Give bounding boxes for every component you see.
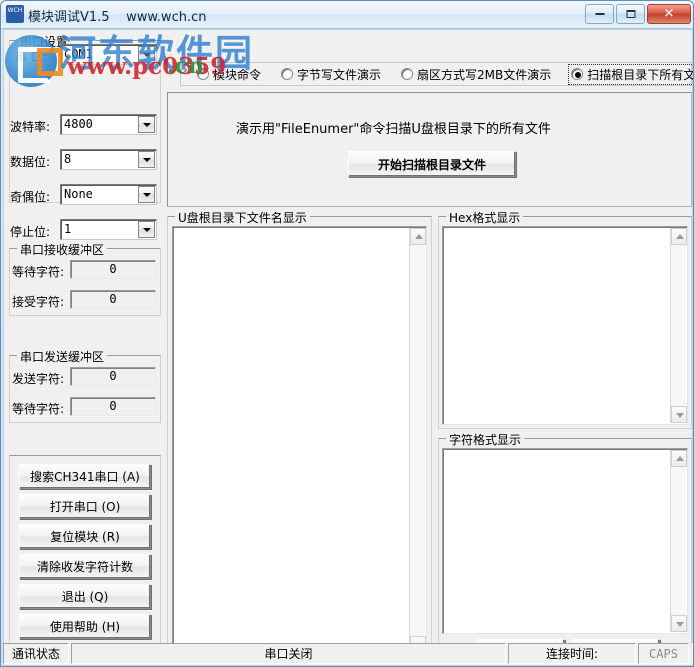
tx-waiting-label: 等待字符: xyxy=(12,402,65,416)
rx-waiting-field: 0 xyxy=(70,260,156,279)
com-port-value: COM1 xyxy=(64,47,93,61)
title-bar: WCH 模块调试V1.5 www.wch.cn ✕ xyxy=(1,1,693,29)
char-display-textarea[interactable] xyxy=(442,448,688,634)
radio-sector-write-2mb-demo[interactable]: 扇区方式写2MB文件演示 xyxy=(399,65,553,84)
clear-counters-button[interactable]: 清除收发字符计数 xyxy=(19,554,151,579)
file-list-scrollbar[interactable] xyxy=(409,228,426,653)
rx-received-field: 0 xyxy=(70,290,156,309)
databits-combo[interactable]: 8 xyxy=(60,149,157,170)
parity-label: 奇偶位: xyxy=(10,190,51,204)
client-area: 串口设置 串 口: COM1 波特率: 4800 数据位: 8 奇偶位: Non… xyxy=(3,29,693,666)
hex-display-scrollbar[interactable] xyxy=(670,228,687,423)
parity-value: None xyxy=(64,187,93,201)
rx-waiting-value: 0 xyxy=(109,262,117,276)
receive-buffer-title: 串口接收缓冲区 xyxy=(17,241,108,258)
hex-display-textarea[interactable] xyxy=(442,226,688,425)
open-port-button[interactable]: 打开串口 (O) xyxy=(19,494,151,519)
application-window: WCH 模块调试V1.5 www.wch.cn ✕ 串口设置 串 口: COM1… xyxy=(0,0,694,667)
reset-module-button[interactable]: 复位模块 (R) xyxy=(19,524,151,549)
window-title: 模块调试V1.5 www.wch.cn xyxy=(28,10,207,25)
demo-description: 演示用"FileEnumer"命令扫描U盘根目录下的所有文件 xyxy=(236,122,551,137)
radio-icon xyxy=(197,68,209,80)
scroll-down-icon[interactable] xyxy=(671,615,687,632)
radio-label: 扫描根目录下所有文件演示 xyxy=(587,67,694,82)
demo-panel: 演示用"FileEnumer"命令扫描U盘根目录下的所有文件 开始扫描根目录文件 xyxy=(167,92,692,207)
tx-sent-field: 0 xyxy=(70,367,156,386)
file-list-title: U盘根目录下文件名显示 xyxy=(175,209,310,226)
char-display-scrollbar[interactable] xyxy=(670,450,687,632)
hex-display-title: Hex格式显示 xyxy=(446,209,524,226)
tx-sent-label: 发送字符: xyxy=(12,372,65,386)
scroll-up-icon[interactable] xyxy=(671,228,687,245)
baudrate-combo[interactable]: 4800 xyxy=(60,114,157,135)
rx-received-label: 接受字符: xyxy=(12,295,65,309)
chevron-down-icon[interactable] xyxy=(138,186,155,203)
scroll-up-icon[interactable] xyxy=(671,450,687,467)
tx-waiting-value: 0 xyxy=(109,399,117,413)
exit-button[interactable]: 退出 (Q) xyxy=(19,584,151,609)
radio-module-command[interactable]: 模块命令 xyxy=(195,65,263,84)
rx-received-value: 0 xyxy=(109,292,117,306)
scroll-up-icon[interactable] xyxy=(410,228,426,245)
help-button[interactable]: 使用帮助 (H) xyxy=(19,614,151,639)
stopbits-label: 停止位: xyxy=(10,225,51,239)
stopbits-value: 1 xyxy=(64,222,72,236)
parity-combo[interactable]: None xyxy=(60,184,157,205)
search-ch341-port-button[interactable]: 搜索CH341串口 (A) xyxy=(19,464,151,489)
comm-status-label: 通讯状态 xyxy=(3,643,69,664)
chevron-down-icon[interactable] xyxy=(138,151,155,168)
baudrate-value: 4800 xyxy=(64,117,93,131)
radio-icon xyxy=(281,68,294,80)
com-port-combo[interactable]: COM1 xyxy=(60,44,157,65)
radio-byte-write-demo[interactable]: 字节写文件演示 xyxy=(279,65,383,84)
file-list-textarea[interactable] xyxy=(172,226,427,655)
char-display-title: 字符格式显示 xyxy=(446,431,525,448)
com-port-label: 串 口: xyxy=(15,50,47,64)
chevron-down-icon[interactable] xyxy=(138,46,155,63)
comm-status-value: 串口关闭 xyxy=(71,643,506,664)
close-icon: ✕ xyxy=(663,6,675,22)
radio-label: 扇区方式写2MB文件演示 xyxy=(417,67,552,82)
chevron-down-icon[interactable] xyxy=(138,116,155,133)
scroll-down-icon[interactable] xyxy=(671,406,687,423)
radio-label: 字节写文件演示 xyxy=(297,67,382,82)
start-scan-button[interactable]: 开始扫描根目录文件 xyxy=(348,151,516,177)
rx-waiting-label: 等待字符: xyxy=(12,265,65,279)
close-button[interactable]: ✕ xyxy=(647,4,691,24)
send-buffer-title: 串口发送缓冲区 xyxy=(17,348,108,365)
baudrate-label: 波特率: xyxy=(10,120,51,134)
connect-time-label: 连接时间: xyxy=(508,643,636,664)
radio-label: 模块命令 xyxy=(213,67,262,82)
stopbits-combo[interactable]: 1 xyxy=(60,219,157,240)
radio-scan-root-files-demo[interactable]: 扫描根目录下所有文件演示 xyxy=(568,63,694,85)
tx-sent-value: 0 xyxy=(109,369,117,383)
radio-icon xyxy=(571,68,584,80)
tx-waiting-field: 0 xyxy=(70,397,156,416)
radio-icon xyxy=(401,68,414,80)
databits-label: 数据位: xyxy=(10,155,51,169)
status-bar: 通讯状态 串口关闭 连接时间: CAPS xyxy=(3,643,693,664)
mode-radio-group: 模块命令 字节写文件演示 扇区方式写2MB文件演示 扫描根目录下所有文件演示 xyxy=(180,62,694,86)
wch-logo-icon: WCH xyxy=(6,5,24,23)
window-controls: ✕ xyxy=(585,4,691,24)
maximize-button[interactable] xyxy=(616,4,645,24)
caps-indicator: CAPS xyxy=(638,643,689,664)
chevron-down-icon[interactable] xyxy=(138,221,155,238)
minimize-button[interactable] xyxy=(585,4,614,24)
databits-value: 8 xyxy=(64,152,72,166)
